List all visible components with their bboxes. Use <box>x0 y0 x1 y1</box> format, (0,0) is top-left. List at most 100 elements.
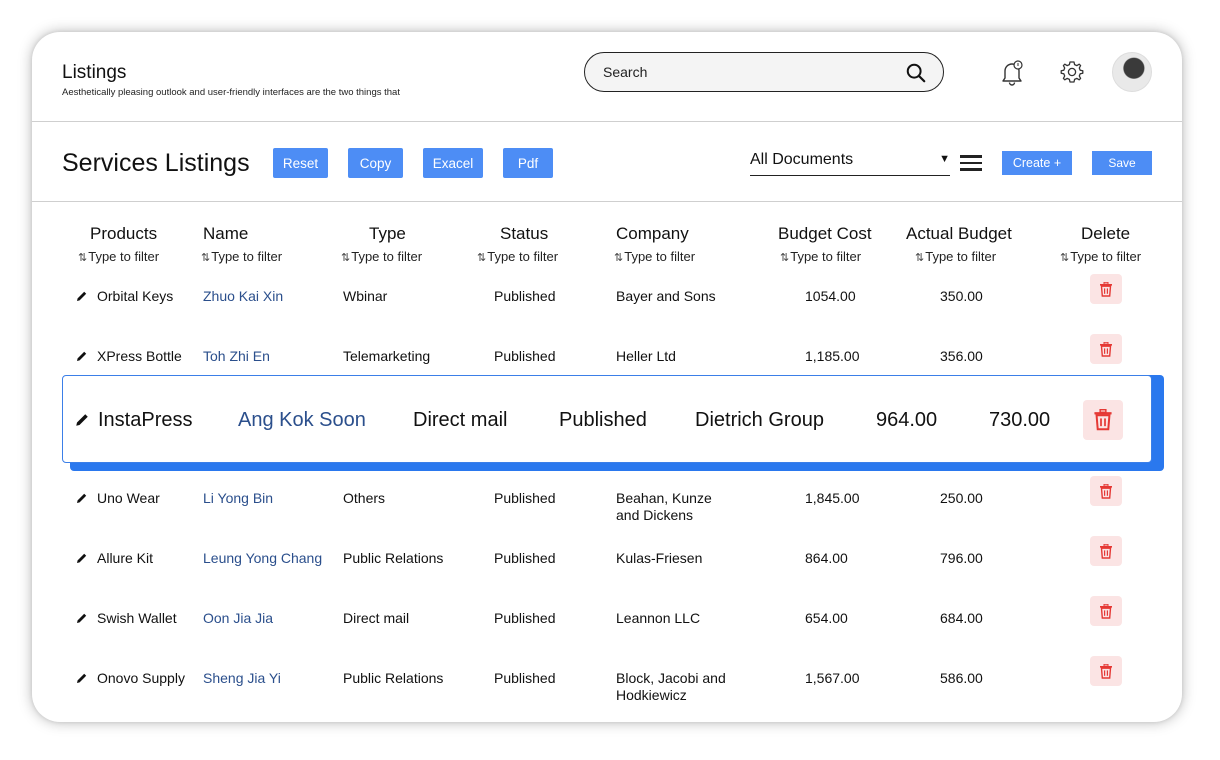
filter-company[interactable]: ⇅Type to filter <box>614 249 695 264</box>
filter-name[interactable]: ⇅Type to filter <box>201 249 282 264</box>
edit-pencil-icon[interactable] <box>76 552 88 564</box>
filter-type[interactable]: ⇅Type to filter <box>341 249 422 264</box>
document-filter-select[interactable]: All Documents ▼ <box>750 150 950 176</box>
pdf-button[interactable]: Pdf <box>503 148 553 178</box>
save-button[interactable]: Save <box>1092 151 1152 175</box>
name-cell[interactable]: Li Yong Bin <box>203 490 273 507</box>
budget-cost-cell: 1,845.00 <box>805 490 860 506</box>
delete-button[interactable] <box>1090 274 1122 304</box>
user-avatar[interactable] <box>1112 52 1152 92</box>
type-cell: Others <box>343 490 386 506</box>
search-input[interactable] <box>603 61 893 83</box>
notification-bell-icon[interactable] <box>1000 60 1024 86</box>
company-cell: Kulas-Friesen <box>616 550 703 566</box>
name-cell[interactable]: Ang Kok Soon <box>238 409 366 432</box>
filter-actual-budget[interactable]: ⇅Type to filter <box>915 249 996 264</box>
edit-pencil-icon[interactable] <box>76 672 88 684</box>
delete-button[interactable] <box>1090 334 1122 364</box>
status-cell: Published <box>494 550 556 566</box>
filter-status[interactable]: ⇅Type to filter <box>477 249 558 264</box>
delete-button[interactable] <box>1090 476 1122 506</box>
column-header-company[interactable]: Company <box>616 224 689 244</box>
trash-icon <box>1100 543 1112 559</box>
filter-products[interactable]: ⇅Type to filter <box>78 249 159 264</box>
company-cell: Block, Jacobi and Hodkiewicz <box>616 670 726 703</box>
column-header-delete[interactable]: Delete <box>1081 224 1130 244</box>
delete-button[interactable] <box>1090 656 1122 686</box>
edit-pencil-icon[interactable] <box>76 350 88 362</box>
trash-icon <box>1100 281 1112 297</box>
delete-button[interactable] <box>1090 536 1122 566</box>
actual-budget-cell: 356.00 <box>940 348 983 364</box>
status-cell: Published <box>559 409 647 431</box>
table-row[interactable]: Swish Wallet Oon Jia Jia Direct mail Pub… <box>32 596 1182 670</box>
product-cell: Swish Wallet <box>97 610 177 626</box>
type-cell: Direct mail <box>413 409 508 431</box>
trash-icon <box>1100 483 1112 499</box>
product-cell: XPress Bottle <box>97 348 182 364</box>
company-cell: Heller Ltd <box>616 348 676 364</box>
sort-icon[interactable]: ⇅ <box>780 252 789 264</box>
name-cell[interactable]: Zhuo Kai Xin <box>203 288 283 305</box>
sort-icon[interactable]: ⇅ <box>915 252 924 264</box>
delete-button[interactable] <box>1090 596 1122 626</box>
highlighted-row-card[interactable]: InstaPress Ang Kok Soon Direct mail Publ… <box>62 375 1152 463</box>
delete-button[interactable] <box>1083 400 1123 440</box>
edit-pencil-icon[interactable] <box>76 290 88 302</box>
name-cell[interactable]: Toh Zhi En <box>203 348 270 365</box>
table-row[interactable]: Uno Wear Li Yong Bin Others Published Be… <box>32 476 1182 550</box>
column-header-budget-cost[interactable]: Budget Cost <box>778 224 872 244</box>
actual-budget-cell: 684.00 <box>940 610 983 626</box>
trash-icon <box>1100 341 1112 357</box>
menu-icon[interactable] <box>960 155 982 171</box>
copy-button[interactable]: Copy <box>348 148 403 178</box>
sort-icon[interactable]: ⇅ <box>477 252 486 264</box>
create-button[interactable]: Create + <box>1002 151 1072 175</box>
sort-icon[interactable]: ⇅ <box>201 252 210 264</box>
status-cell: Published <box>494 670 556 686</box>
edit-pencil-icon[interactable] <box>76 492 88 504</box>
column-header-products[interactable]: Products <box>90 224 157 244</box>
trash-icon <box>1100 603 1112 619</box>
top-bar: Listings Aesthetically pleasing outlook … <box>32 32 1182 122</box>
budget-cost-cell: 654.00 <box>805 610 848 626</box>
actual-budget-cell: 796.00 <box>940 550 983 566</box>
company-cell: Dietrich Group <box>695 409 824 431</box>
product-cell: Orbital Keys <box>97 288 174 304</box>
excel-button[interactable]: Exacel <box>423 148 483 178</box>
highlighted-row[interactable]: InstaPress Ang Kok Soon Direct mail Publ… <box>62 375 1164 471</box>
table-row[interactable]: Onovo Supply Sheng Jia Yi Public Relatio… <box>32 656 1182 730</box>
column-header-actual-budget[interactable]: Actual Budget <box>906 224 1012 244</box>
column-header-status[interactable]: Status <box>500 224 548 244</box>
reset-button[interactable]: Reset <box>273 148 328 178</box>
name-cell[interactable]: Sheng Jia Yi <box>203 670 281 687</box>
product-cell: Allure Kit <box>97 550 154 566</box>
table-row[interactable]: Orbital Keys Zhuo Kai Xin Wbinar Publish… <box>32 274 1182 348</box>
name-cell[interactable]: Oon Jia Jia <box>203 610 273 627</box>
table-row[interactable]: Allure Kit Leung Yong Chang Public Relat… <box>32 536 1182 610</box>
sort-icon[interactable]: ⇅ <box>1060 252 1069 264</box>
edit-pencil-icon[interactable] <box>75 412 90 427</box>
column-header-type[interactable]: Type <box>369 224 406 244</box>
filter-budget-cost[interactable]: ⇅Type to filter <box>780 249 861 264</box>
product-cell: Onovo Supply <box>97 670 185 686</box>
product-cell: InstaPress <box>98 409 193 431</box>
column-header-name[interactable]: Name <box>203 224 248 244</box>
caret-down-icon: ▼ <box>939 153 950 165</box>
budget-cost-cell: 964.00 <box>876 409 938 431</box>
sort-icon[interactable]: ⇅ <box>78 252 87 264</box>
status-cell: Published <box>494 348 556 364</box>
actual-budget-cell: 730.00 <box>989 409 1051 431</box>
main-card: Listings Aesthetically pleasing outlook … <box>32 32 1182 722</box>
sort-icon[interactable]: ⇅ <box>614 252 623 264</box>
toolbar: Services Listings Reset Copy Exacel Pdf … <box>32 122 1182 202</box>
edit-pencil-icon[interactable] <box>76 612 88 624</box>
search-icon[interactable] <box>905 62 927 84</box>
status-cell: Published <box>494 610 556 626</box>
budget-cost-cell: 1,567.00 <box>805 670 860 686</box>
sort-icon[interactable]: ⇅ <box>341 252 350 264</box>
budget-cost-cell: 864.00 <box>805 550 848 566</box>
filter-delete[interactable]: ⇅Type to filter <box>1060 249 1141 264</box>
settings-gear-icon[interactable] <box>1060 60 1084 84</box>
name-cell[interactable]: Leung Yong Chang <box>203 550 322 567</box>
